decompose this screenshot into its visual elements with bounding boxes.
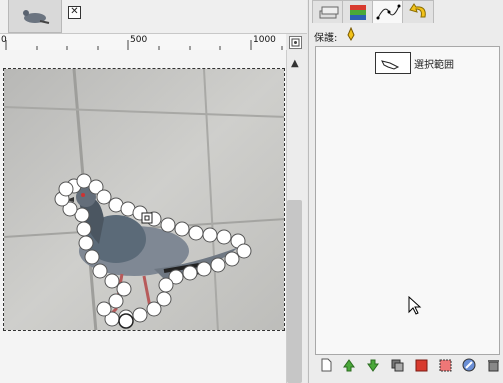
paint-along-path-icon[interactable] bbox=[462, 358, 476, 372]
scroll-up-icon[interactable]: ▲ bbox=[291, 58, 299, 69]
mouse-cursor-icon bbox=[408, 296, 422, 315]
undo-history-tab[interactable] bbox=[402, 0, 434, 23]
ruler-label-500: 500 bbox=[130, 35, 148, 45]
ruler-label-0: 0 bbox=[1, 35, 7, 45]
layers-icon bbox=[319, 6, 339, 19]
selection-to-path-icon[interactable] bbox=[438, 358, 452, 372]
paths-tab[interactable] bbox=[372, 0, 404, 23]
raise-path-icon[interactable] bbox=[342, 358, 356, 372]
duplicate-path-icon[interactable] bbox=[390, 358, 404, 372]
ruler-label-1000: 1000 bbox=[253, 35, 276, 45]
new-path-icon[interactable] bbox=[319, 358, 333, 372]
path-thumbnail bbox=[375, 52, 411, 74]
path-to-selection-icon[interactable] bbox=[414, 358, 428, 372]
navigate-icon[interactable] bbox=[289, 36, 302, 49]
horizontal-ruler: 0 500 1000 bbox=[0, 34, 286, 51]
paths-icon bbox=[376, 4, 401, 20]
brush-lock-icon[interactable] bbox=[345, 26, 357, 44]
lower-path-icon[interactable] bbox=[366, 358, 380, 372]
scrollbar-thumb[interactable] bbox=[287, 200, 302, 383]
delete-path-icon[interactable] bbox=[486, 358, 500, 372]
channels-icon bbox=[350, 5, 366, 20]
undo-history-icon bbox=[409, 3, 426, 18]
image-canvas[interactable] bbox=[3, 68, 285, 331]
close-icon[interactable]: ✕ bbox=[68, 6, 81, 19]
image-thumbnail-tab[interactable] bbox=[8, 0, 62, 33]
pigeon-thumbnail bbox=[9, 0, 61, 32]
channels-tab[interactable] bbox=[342, 0, 374, 23]
path-name[interactable]: 選択範囲 bbox=[414, 56, 454, 71]
layers-tab[interactable] bbox=[312, 0, 344, 23]
pigeon-photo bbox=[4, 69, 284, 330]
protect-label: 保護: bbox=[314, 33, 338, 44]
